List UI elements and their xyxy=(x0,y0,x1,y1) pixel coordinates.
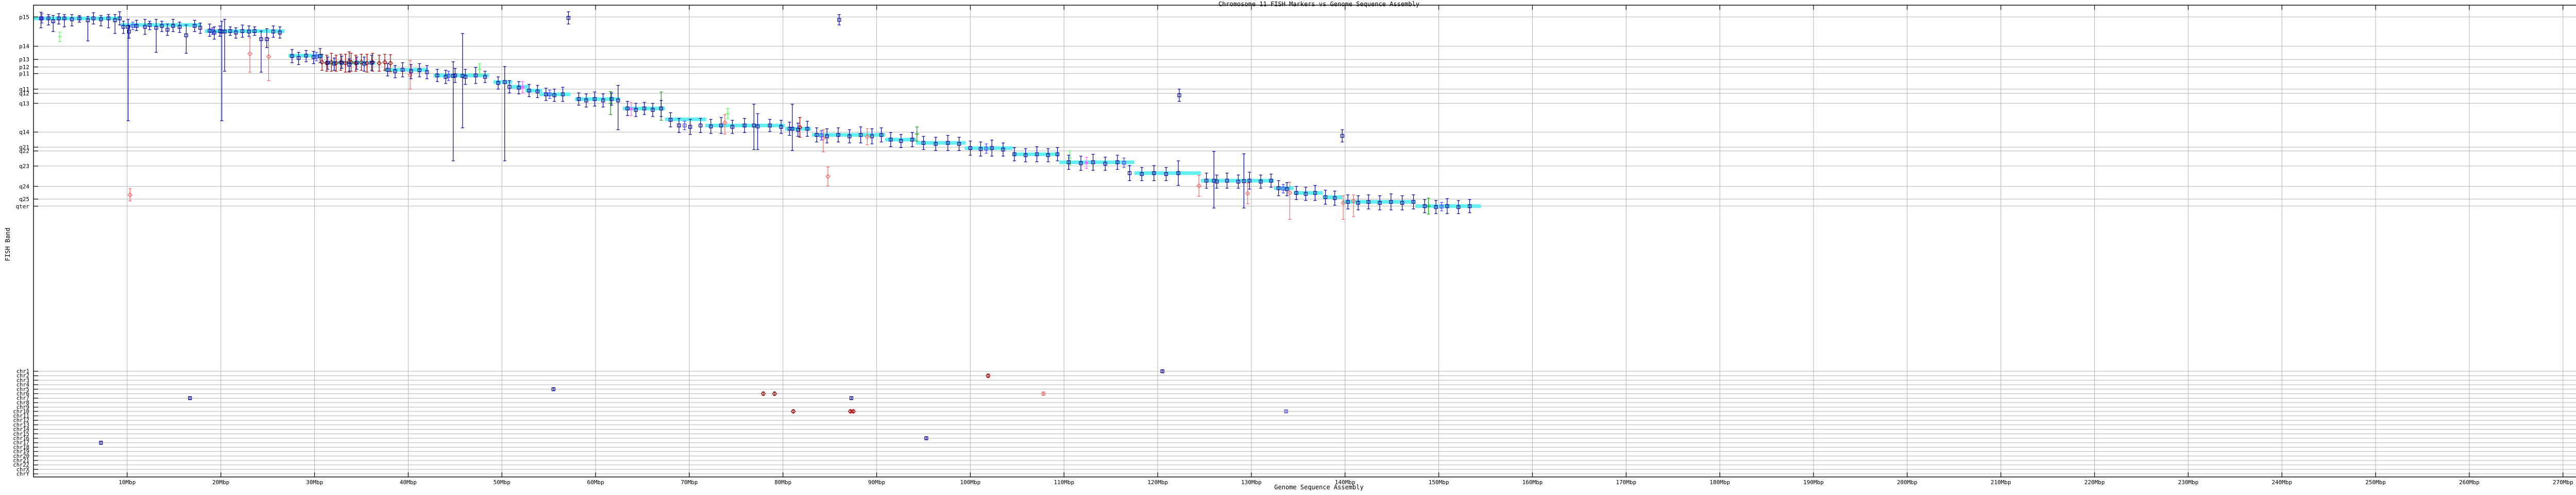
series-LANL xyxy=(58,32,1072,165)
band-tick-labels: p15p14p13p12p11q11q12q13q14q21q22q23q24q… xyxy=(16,14,30,210)
series-SC xyxy=(320,52,990,414)
svg-text:q24: q24 xyxy=(19,183,29,190)
plot-border xyxy=(33,5,2576,477)
chart-page: Chromosome 11 FISH Markers vs Genome Seq… xyxy=(0,0,2576,495)
svg-text:q23: q23 xyxy=(19,163,29,170)
grid-lines xyxy=(33,5,2576,477)
svg-text:q12: q12 xyxy=(19,90,29,97)
series-CSMC xyxy=(128,38,1355,395)
svg-text:q14: q14 xyxy=(19,129,29,136)
svg-text:chrY: chrY xyxy=(16,471,30,477)
svg-text:qter: qter xyxy=(16,203,30,210)
svg-text:p11: p11 xyxy=(19,71,29,77)
chart-canvas: 10Mbp20Mbp30Mbp40Mbp50Mbp60Mbp70Mbp80Mbp… xyxy=(0,0,2576,495)
svg-text:q13: q13 xyxy=(19,100,29,107)
svg-text:p13: p13 xyxy=(19,56,29,63)
svg-text:q22: q22 xyxy=(19,148,29,155)
svg-text:p15: p15 xyxy=(19,14,29,21)
series-FHCRC xyxy=(40,12,1471,444)
svg-text:p12: p12 xyxy=(19,64,29,71)
svg-text:p14: p14 xyxy=(19,43,29,50)
x-axis-title: Genome Sequence Assembly xyxy=(0,484,2576,491)
assembly-line xyxy=(33,19,1481,206)
chromosome-tick-labels: chr1chr2chr3chr4chr5chr6chr7chr8chr9chr1… xyxy=(13,369,29,477)
svg-text:q25: q25 xyxy=(19,196,29,203)
